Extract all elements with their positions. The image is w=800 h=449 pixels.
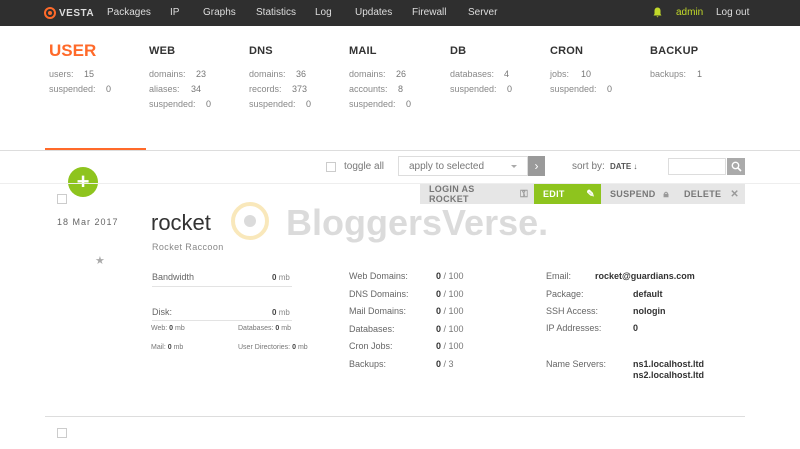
bandwidth-label: Bandwidth — [152, 272, 195, 282]
res-databases-label: Databases: — [349, 324, 395, 334]
nav-statistics[interactable]: Statistics — [256, 7, 296, 18]
res-web-domains-label: Web Domains: — [349, 271, 408, 281]
disk-web: Web: 0 mb — [151, 325, 185, 332]
bandwidth-meter — [152, 286, 292, 287]
disk-meter — [152, 320, 292, 321]
stat-dns-domains: domains: 36 — [249, 69, 307, 79]
row-checkbox[interactable] — [57, 428, 67, 438]
stat-cron-suspended: suspended: 0 — [550, 84, 613, 94]
apply-button[interactable]: › — [528, 156, 545, 176]
res-databases-value: 0 / 100 — [436, 324, 464, 334]
bulk-action-placeholder: apply to selected — [409, 161, 485, 172]
user-date: 18 Mar 2017 — [57, 217, 119, 227]
row-checkbox[interactable] — [57, 194, 67, 204]
nav-updates[interactable]: Updates — [355, 7, 392, 18]
info-ns2-value: ns2.localhost.ltd — [633, 370, 705, 380]
res-backups-value: 0 / 3 — [436, 359, 454, 369]
top-navbar: VESTA Packages IP Graphs Statistics Log … — [0, 0, 800, 26]
delete-button[interactable]: DELETE ✕ — [675, 184, 745, 204]
stat-cron-jobs: jobs: 10 — [550, 69, 592, 79]
watermark-logo: BloggersVerse. — [231, 202, 548, 243]
disk-value: 0 mb — [272, 308, 290, 317]
nav-graphs[interactable]: Graphs — [203, 7, 236, 18]
info-ssh-value: nologin — [633, 306, 666, 316]
bulk-action-select[interactable]: apply to selected — [398, 156, 528, 176]
disk-databases: Databases: 0 mb — [238, 325, 291, 332]
logo-text: VESTA — [59, 7, 95, 19]
sort-by-dropdown[interactable]: DATE ↓ — [610, 162, 637, 171]
nav-server[interactable]: Server — [468, 7, 497, 18]
stat-title-backup: BACKUP — [650, 45, 699, 57]
stat-mail-suspended: suspended: 0 — [349, 99, 412, 109]
stat-web-domains: domains: 23 — [149, 69, 207, 79]
stat-dns-records: records: 373 — [249, 84, 308, 94]
disk-label: Disk: — [152, 307, 172, 317]
add-user-button[interactable]: + — [68, 167, 98, 197]
res-backups-label: Backups: — [349, 359, 387, 369]
stat-title-dns: DNS — [249, 45, 273, 57]
res-web-domains-value: 0 / 100 — [436, 271, 464, 281]
stat-title-db: DB — [450, 45, 467, 57]
close-icon: ✕ — [730, 188, 739, 200]
toggle-all-label[interactable]: toggle all — [344, 161, 384, 172]
stat-mail-accounts: accounts: 8 — [349, 84, 404, 94]
stat-title-web: WEB — [149, 45, 176, 57]
lock-icon: 🔒︎ — [663, 188, 669, 200]
nav-packages[interactable]: Packages — [107, 7, 151, 18]
star-icon[interactable]: ★ — [95, 254, 105, 267]
info-ns1-value: ns1.localhost.ltd — [633, 359, 705, 369]
info-ns-label: Name Servers: — [546, 359, 607, 369]
stat-title-cron: CRON — [550, 45, 584, 57]
chevron-down-icon — [511, 165, 517, 168]
user-full-name: Rocket Raccoon — [152, 242, 224, 252]
stat-mail-domains: domains: 26 — [349, 69, 407, 79]
res-dns-domains-label: DNS Domains: — [349, 289, 409, 299]
disk-mail: Mail: 0 mb — [151, 344, 184, 351]
info-package-label: Package: — [546, 289, 584, 299]
res-dns-domains-value: 0 / 100 — [436, 289, 464, 299]
bandwidth-value: 0 mb — [272, 273, 290, 282]
info-package-value: default — [633, 289, 663, 299]
res-mail-domains-label: Mail Domains: — [349, 306, 407, 316]
divider — [45, 416, 745, 417]
stat-users: users: 15 — [49, 69, 95, 79]
chevron-right-icon: › — [534, 159, 539, 173]
disk-user-directories: User Directories: 0 mb — [238, 344, 308, 351]
res-cron-jobs-label: Cron Jobs: — [349, 341, 393, 351]
stat-dns-suspended: suspended: 0 — [249, 99, 312, 109]
stat-db-databases: databases: 4 — [450, 69, 510, 79]
vesta-logo[interactable]: VESTA — [44, 6, 94, 20]
stat-web-aliases: aliases: 34 — [149, 84, 202, 94]
suspend-button[interactable]: SUSPEND 🔒︎ — [601, 184, 675, 204]
stat-db-suspended: suspended: 0 — [450, 84, 513, 94]
info-ip-value: 0 — [633, 323, 639, 333]
stat-user-suspended: suspended: 0 — [49, 84, 112, 94]
logout-link[interactable]: Log out — [716, 7, 749, 18]
bell-icon[interactable] — [653, 7, 662, 18]
nav-ip[interactable]: IP — [170, 7, 179, 18]
nav-log[interactable]: Log — [315, 7, 332, 18]
toggle-all-checkbox[interactable] — [326, 162, 336, 172]
stat-web-suspended: suspended: 0 — [149, 99, 212, 109]
divider — [0, 150, 800, 151]
res-cron-jobs-value: 0 / 100 — [436, 341, 464, 351]
search-icon — [731, 161, 742, 172]
search-input[interactable] — [668, 158, 726, 175]
info-ssh-label: SSH Access: — [546, 306, 599, 316]
stat-title-user: USER — [49, 41, 97, 60]
stat-title-mail: MAIL — [349, 45, 377, 57]
watermark-text: BloggersVerse. — [286, 202, 548, 243]
admin-user-link[interactable]: admin — [676, 7, 703, 18]
sort-by-label: sort by: — [572, 161, 605, 172]
info-email-value: rocket@guardians.com — [595, 271, 695, 281]
nav-firewall[interactable]: Firewall — [412, 7, 446, 18]
vesta-logo-icon — [44, 7, 56, 19]
search-button[interactable] — [727, 158, 745, 175]
stat-backups: backups: 1 — [650, 69, 703, 79]
info-ip-label: IP Addresses: — [546, 323, 602, 333]
user-name: rocket — [151, 210, 211, 235]
info-email-label: Email: — [546, 271, 572, 281]
res-mail-domains-value: 0 / 100 — [436, 306, 464, 316]
